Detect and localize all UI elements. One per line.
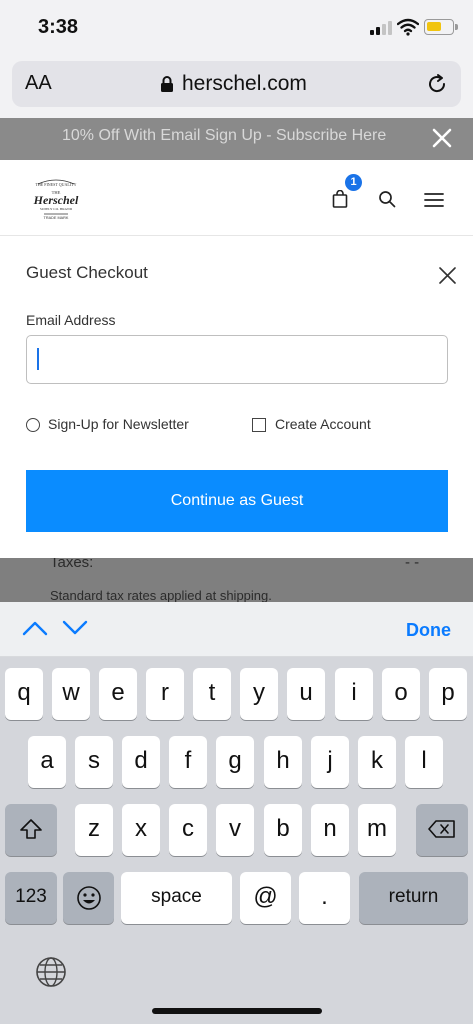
key-k[interactable]: k [358, 736, 396, 788]
cart-count-badge: 1 [345, 174, 362, 191]
svg-text:TRADE MARK: TRADE MARK [44, 216, 69, 220]
herschel-logo[interactable]: THE FINEST QUALITY THE Herschel SUPPLY C… [30, 174, 82, 224]
key-v[interactable]: v [216, 804, 254, 856]
screen: 3:38 AA herschel.com 10% Off With Email … [0, 0, 473, 1024]
status-bar: 3:38 [0, 0, 473, 58]
globe-icon[interactable] [34, 955, 68, 989]
key-y[interactable]: y [240, 668, 278, 720]
newsletter-radio[interactable] [26, 418, 40, 432]
search-icon[interactable] [378, 190, 396, 208]
numbers-key[interactable]: 123 [5, 872, 57, 924]
create-account-checkbox[interactable] [252, 418, 266, 432]
done-button[interactable]: Done [406, 620, 451, 641]
emoji-icon [76, 886, 101, 910]
chevron-up-icon[interactable] [22, 620, 48, 636]
key-s[interactable]: s [75, 736, 113, 788]
emoji-key[interactable] [63, 872, 114, 924]
text-size-label: AA [25, 72, 52, 94]
dot-key[interactable]: . [299, 872, 350, 924]
taxes-label: Taxes: [50, 558, 94, 571]
key-h[interactable]: h [264, 736, 302, 788]
space-key[interactable]: space [121, 872, 232, 924]
hamburger-menu-icon[interactable] [424, 192, 444, 208]
svg-text:Herschel: Herschel [33, 193, 79, 207]
text-size-button[interactable]: AA [25, 72, 52, 95]
key-t[interactable]: t [193, 668, 231, 720]
key-x[interactable]: x [122, 804, 160, 856]
key-a[interactable]: a [28, 736, 66, 788]
key-g[interactable]: g [216, 736, 254, 788]
promo-text[interactable]: 10% Off With Email Sign Up - Subscribe H… [62, 127, 386, 145]
keyboard-accessory-bar: Done [0, 602, 473, 657]
key-r[interactable]: r [146, 668, 184, 720]
shopping-bag-icon[interactable] [332, 190, 348, 208]
create-account-label[interactable]: Create Account [275, 416, 371, 432]
newsletter-label[interactable]: Sign-Up for Newsletter [48, 416, 189, 432]
key-q[interactable]: q [5, 668, 43, 720]
browser-toolbar: AA herschel.com [0, 58, 473, 118]
email-field[interactable] [26, 335, 448, 384]
wifi-icon [397, 18, 419, 36]
url-text[interactable]: herschel.com [182, 72, 307, 96]
keyboard: q w e r t y u i o p a s d f g h j k l z … [0, 657, 473, 1024]
key-u[interactable]: u [287, 668, 325, 720]
shift-key[interactable] [5, 804, 57, 856]
continue-as-guest-button[interactable]: Continue as Guest [26, 470, 448, 532]
chevron-down-icon[interactable] [62, 620, 88, 636]
key-d[interactable]: d [122, 736, 160, 788]
guest-checkout-modal: Guest Checkout Email Address Sign-Up for… [0, 236, 473, 558]
text-cursor [37, 348, 39, 370]
email-label: Email Address [26, 312, 116, 328]
key-z[interactable]: z [75, 804, 113, 856]
key-w[interactable]: w [52, 668, 90, 720]
cellular-signal-icon [370, 21, 392, 35]
at-key[interactable]: @ [240, 872, 291, 924]
svg-text:SUPPLY CO. BRAND: SUPPLY CO. BRAND [40, 207, 73, 211]
key-c[interactable]: c [169, 804, 207, 856]
key-b[interactable]: b [264, 804, 302, 856]
modal-title: Guest Checkout [26, 263, 148, 282]
close-icon[interactable] [431, 127, 453, 149]
return-key[interactable]: return [359, 872, 468, 924]
battery-icon [424, 19, 458, 35]
key-f[interactable]: f [169, 736, 207, 788]
page-overlay: Taxes: - - Standard tax rates applied at… [0, 558, 473, 602]
promo-banner[interactable]: 10% Off With Email Sign Up - Subscribe H… [0, 118, 473, 160]
taxes-value: - - [405, 558, 420, 571]
address-bar[interactable]: AA herschel.com [12, 61, 461, 107]
backspace-icon [428, 820, 455, 838]
svg-text:THE FINEST QUALITY: THE FINEST QUALITY [35, 182, 76, 187]
reload-icon[interactable] [426, 73, 448, 95]
close-icon[interactable] [439, 267, 456, 284]
key-o[interactable]: o [382, 668, 420, 720]
key-e[interactable]: e [99, 668, 137, 720]
key-m[interactable]: m [358, 804, 396, 856]
backspace-key[interactable] [416, 804, 468, 856]
site-header: THE FINEST QUALITY THE Herschel SUPPLY C… [0, 160, 473, 236]
key-p[interactable]: p [429, 668, 467, 720]
key-i[interactable]: i [335, 668, 373, 720]
home-indicator[interactable] [152, 1008, 322, 1014]
shift-icon [20, 819, 42, 839]
lock-icon [161, 76, 173, 92]
key-j[interactable]: j [311, 736, 349, 788]
key-l[interactable]: l [405, 736, 443, 788]
tax-note: Standard tax rates applied at shipping. [50, 588, 272, 602]
key-n[interactable]: n [311, 804, 349, 856]
status-time: 3:38 [38, 16, 79, 38]
